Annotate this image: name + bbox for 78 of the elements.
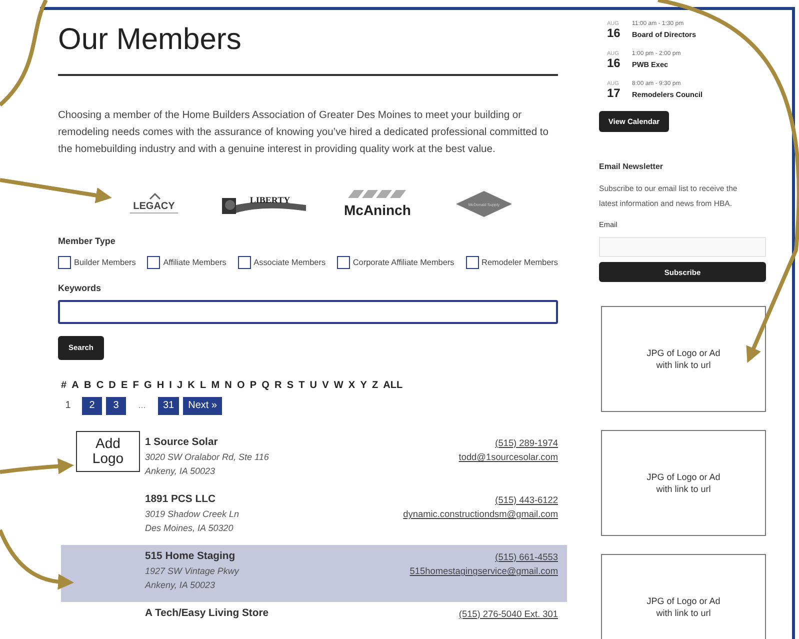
phone-link[interactable]: (515) 289-1974 xyxy=(495,436,558,450)
letter-link[interactable]: O xyxy=(236,380,245,391)
ad-text: JPG of Logo or Ad with link to url xyxy=(646,471,722,495)
pagination-ellipsis: … xyxy=(137,401,147,410)
phone-link[interactable]: (515) 443-6122 xyxy=(495,492,558,508)
member-name: 515 Home Staging xyxy=(145,550,236,564)
member-address: 3019 Shadow Creek Ln xyxy=(145,508,240,521)
letter-link[interactable]: V xyxy=(322,380,329,391)
member-type-label: Member Type xyxy=(58,236,116,246)
letter-link[interactable]: W xyxy=(334,380,344,391)
letter-link[interactable]: J xyxy=(177,380,183,391)
letter-link[interactable]: Q xyxy=(262,380,270,391)
page-button[interactable]: 3 xyxy=(106,396,126,415)
letter-link[interactable]: D xyxy=(108,380,116,391)
checkbox-label: Remodeler Members xyxy=(482,258,558,267)
letter-link[interactable]: K xyxy=(188,380,195,391)
member-address: 1927 SW Vintage Pkwy xyxy=(145,564,239,578)
email-link[interactable]: todd@1sourcesolar.com xyxy=(458,450,558,465)
email-link[interactable]: dynamic.constructiondsm@gmail.com xyxy=(403,507,558,522)
letter-link[interactable]: T xyxy=(298,380,305,391)
checkbox[interactable] xyxy=(466,256,479,269)
letter-link[interactable]: C xyxy=(96,380,104,391)
checkbox-label: Affiliate Members xyxy=(163,258,226,267)
letter-link[interactable]: H xyxy=(156,380,164,391)
checkbox-label: Associate Members xyxy=(254,258,326,267)
event-day: 17 xyxy=(607,87,624,99)
ad-text: JPG of Logo or Ad with link to url xyxy=(646,347,722,371)
letter-link[interactable]: E xyxy=(120,380,128,391)
member-name: 1 Source Solar xyxy=(145,436,218,450)
member-address: Ankeny, IA 50023 xyxy=(145,465,216,478)
letter-link[interactable]: Z xyxy=(372,380,378,391)
member-name: 1891 PCS LLC xyxy=(145,492,216,507)
intro-paragraph: Choosing a member of the Home Builders Association of Greater Des Moines to meet your building or remodeling needs comes with the assurance of knowing you’ve hired a dedicated professional committed to the homebuilding industry and with a genuine interest in providing quality work at the best value. xyxy=(58,109,550,158)
letter-link[interactable]: X xyxy=(348,380,356,391)
next-page-button[interactable]: Next » xyxy=(183,396,222,415)
letter-link[interactable]: G xyxy=(144,380,152,391)
letter-link[interactable]: L xyxy=(200,380,206,391)
keywords-field[interactable] xyxy=(58,300,558,324)
checkbox[interactable] xyxy=(238,256,251,269)
letter-link[interactable]: B xyxy=(84,380,92,391)
checkbox-label: Builder Members xyxy=(74,258,136,267)
mcaninch-logo: McAninch xyxy=(344,190,418,218)
event-day: 16 xyxy=(607,27,624,39)
member-address: 3020 SW Oralabor Rd, Ste 116 xyxy=(145,450,269,464)
email-link[interactable]: 515homestagingservice@gmail.com xyxy=(410,564,558,579)
letter-link[interactable]: S xyxy=(286,380,294,391)
newsletter-title: Email Newsletter xyxy=(599,162,664,171)
legacy-logo: LEGACY xyxy=(124,192,184,215)
email-field[interactable] xyxy=(599,237,766,257)
phone-link[interactable]: (515) 661-4553 xyxy=(495,550,558,564)
checkbox[interactable] xyxy=(147,256,160,269)
letter-link[interactable]: A xyxy=(72,380,79,391)
logo-placeholder-box: Add Logo xyxy=(76,430,140,472)
checkbox[interactable] xyxy=(336,256,350,269)
page-button[interactable]: 2 xyxy=(82,396,102,415)
letter-link[interactable]: M xyxy=(211,380,220,391)
letter-link[interactable]: ALL xyxy=(383,380,403,391)
page-button[interactable]: 1 xyxy=(58,396,78,415)
member-address: Ankeny, IA 50023 xyxy=(145,579,216,592)
phone-link[interactable]: (515) 276-5040 Ext. 301 xyxy=(458,606,558,622)
liberty-logo: LIBERTY xyxy=(222,192,306,215)
letter-link[interactable]: N xyxy=(224,380,232,391)
page-button[interactable]: 31 xyxy=(158,396,180,415)
page-title: Our Members xyxy=(58,22,242,58)
checkbox-label: Corporate Affiliate Members xyxy=(352,258,454,267)
letter-link[interactable]: Y xyxy=(360,380,367,391)
keywords-label: Keywords xyxy=(58,282,102,293)
ad-text: JPG of Logo or Ad with link to url xyxy=(646,595,722,619)
letter-link[interactable]: U xyxy=(310,380,318,391)
member-name: A Tech/Easy Living Store xyxy=(145,606,269,621)
letter-link[interactable]: I xyxy=(169,380,172,391)
event-day: 16 xyxy=(607,57,624,69)
member-address: Des Moines, IA 50320 xyxy=(145,522,234,536)
letter-link[interactable]: P xyxy=(250,380,257,391)
letter-link[interactable]: R xyxy=(274,380,282,391)
checkbox[interactable] xyxy=(58,256,71,269)
letter-link[interactable]: # xyxy=(61,380,67,391)
letter-link[interactable]: F xyxy=(132,380,139,391)
